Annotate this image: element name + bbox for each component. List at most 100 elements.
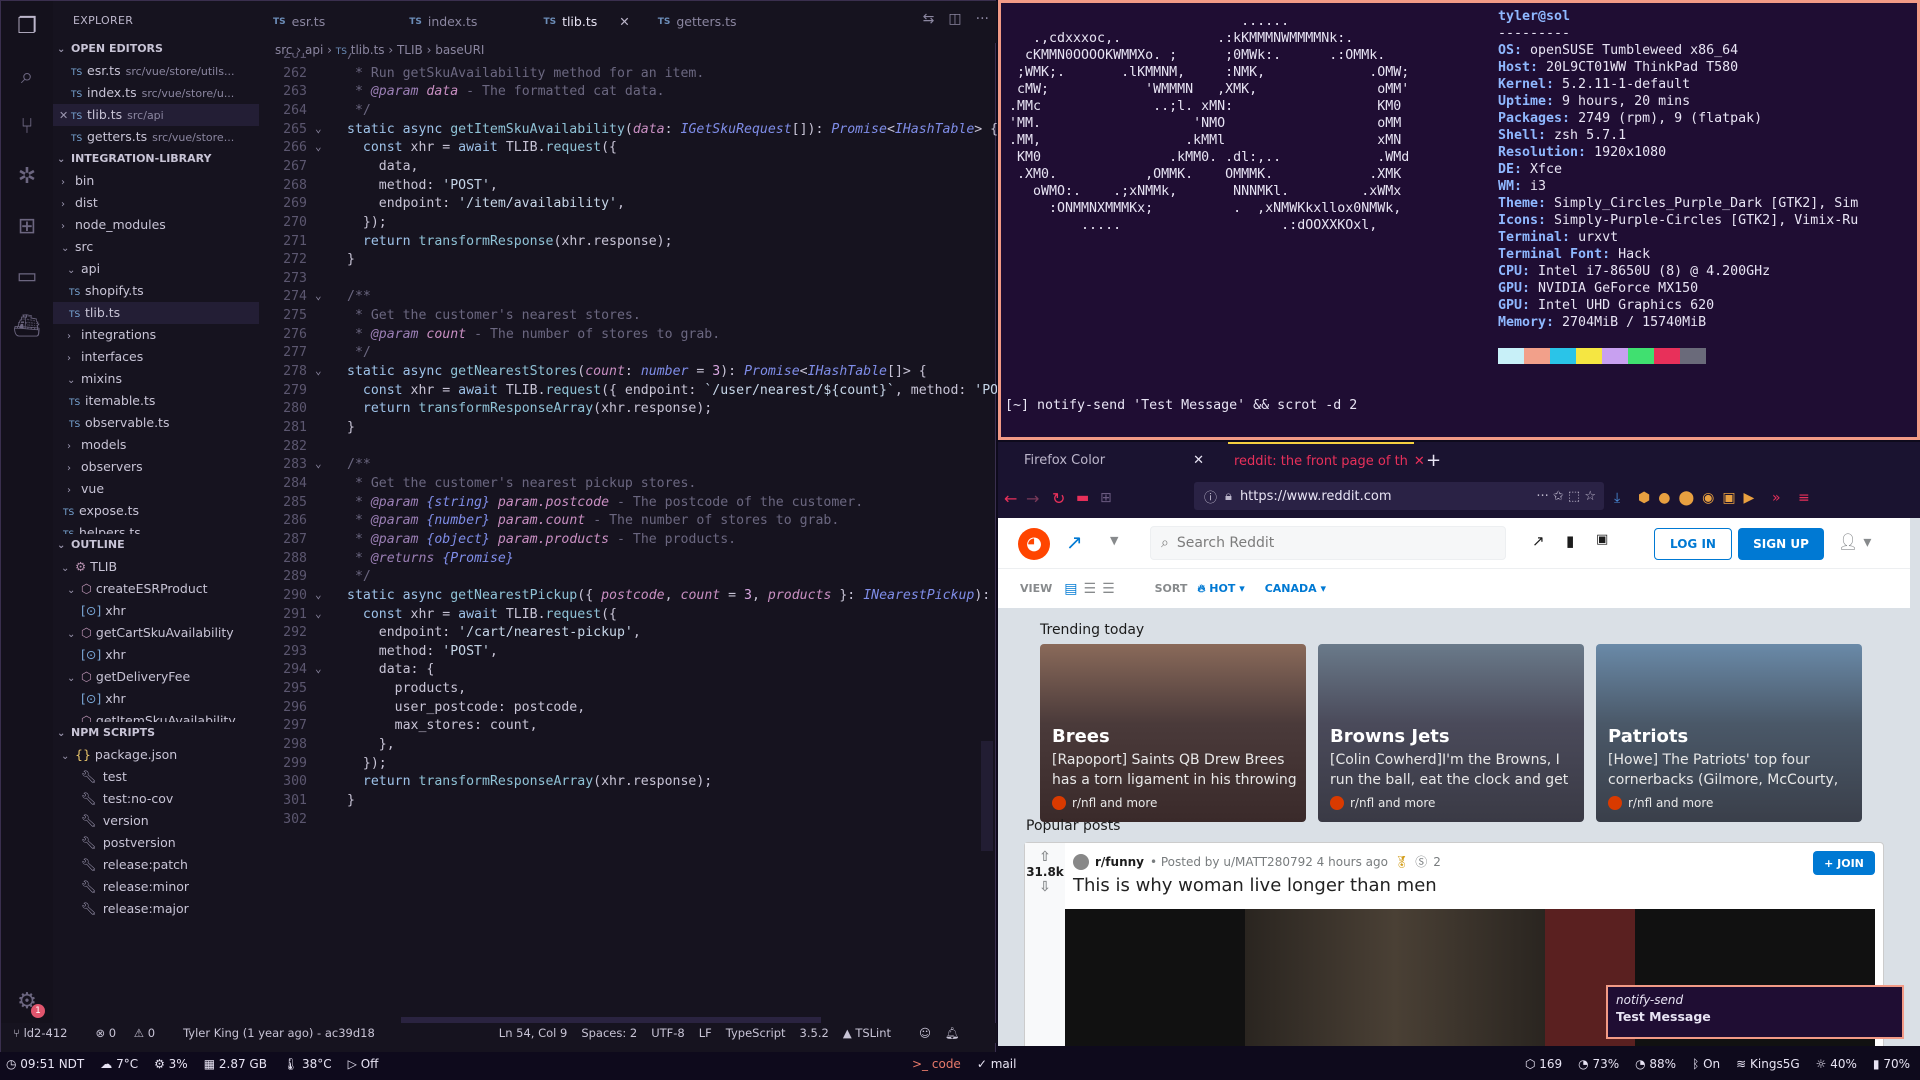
download-icon[interactable]: ⤓: [1614, 490, 1620, 506]
fold-chevron-icon[interactable]: ⌄: [315, 289, 322, 302]
code-line[interactable]: endpoint: '/cart/nearest-pickup',: [347, 625, 641, 640]
code-line[interactable]: * Get the customer's nearest pickup stor…: [347, 476, 696, 491]
code-line[interactable]: return transformResponse(xhr.response);: [347, 234, 673, 249]
npm-script[interactable]: 🔧︎ release:patch: [53, 854, 259, 876]
outline-variable[interactable]: [⊙] xhr: [53, 688, 259, 710]
code-line[interactable]: data: {: [347, 662, 435, 677]
tree-folder-node-modules[interactable]: › node_modules: [53, 214, 259, 236]
code-line[interactable]: static async getItemSkuAvailability(data…: [347, 122, 997, 137]
code-line[interactable]: * Get the customer's nearest stores.: [347, 308, 641, 323]
search-icon[interactable]: ⌕: [1, 51, 53, 101]
code-line[interactable]: * @returns {Promise}: [347, 551, 514, 566]
terminal-window[interactable]: ...... .,cdxxxoc,. .:kKMMMNWMMMMNk:. cKM…: [998, 0, 1920, 440]
code-line[interactable]: products,: [347, 681, 466, 696]
subreddit-link[interactable]: r/funny: [1095, 855, 1144, 869]
upvote-icon[interactable]: ⇧: [1025, 849, 1065, 865]
indent-status[interactable]: Spaces: 2: [581, 1026, 637, 1040]
forward-icon[interactable]: →: [1026, 489, 1039, 508]
popular-icon[interactable]: ↗: [1532, 532, 1545, 550]
notification-popup[interactable]: notify-send Test Message: [1606, 985, 1904, 1039]
source-control-icon[interactable]: ⑂: [1, 101, 53, 151]
remote-icon[interactable]: ▭: [1, 251, 53, 301]
login-button[interactable]: LOG IN: [1654, 528, 1732, 560]
cc-icon[interactable]: ▣: [1596, 532, 1608, 547]
code-line[interactable]: }: [347, 252, 355, 267]
back-icon[interactable]: ←: [1004, 489, 1017, 508]
page-actions-icon[interactable]: ··· ✩ ⬚ ☆: [1536, 489, 1596, 504]
tree-file[interactable]: TS itemable.ts: [53, 390, 259, 412]
tab-getters[interactable]: TS getters.ts: [644, 1, 751, 43]
outline-variable[interactable]: [⊙] xhr: [53, 644, 259, 666]
outline-method[interactable]: ⌄ ⬡ getCartSkuAvailability: [53, 622, 259, 644]
open-editor-item[interactable]: TS esr.ts src/vue/store/utils...: [53, 60, 259, 82]
outline-method[interactable]: ⌄ ⬡ getDeliveryFee: [53, 666, 259, 688]
code-editor[interactable]: 261 /** 262 * Run getSkuAvailability metho…: [259, 53, 997, 1021]
classic-view-icon[interactable]: ☰: [1084, 581, 1097, 597]
npm-script[interactable]: 🔧︎ release:minor: [53, 876, 259, 898]
close-tab-icon[interactable]: ✕: [1414, 454, 1425, 469]
fold-chevron-icon[interactable]: ⌄: [315, 662, 322, 675]
code-line[interactable]: /**: [347, 289, 371, 304]
open-changes-icon[interactable]: ⇆: [923, 11, 935, 27]
code-line[interactable]: },: [347, 737, 395, 752]
outline-method[interactable]: ⌄ ⬡ createESRProduct: [53, 578, 259, 600]
close-tab-icon[interactable]: ✕: [619, 1, 629, 43]
tree-folder-src[interactable]: ⌄ src: [53, 236, 259, 258]
tree-folder[interactable]: › observers: [53, 456, 259, 478]
code-line[interactable]: const xhr = await TLIB.request({: [347, 607, 617, 622]
code-line[interactable]: * @param count - The number of stores to…: [347, 327, 720, 342]
downvote-icon[interactable]: ⇩: [1025, 879, 1065, 895]
branch-status[interactable]: ⑂ ld2-412: [13, 1026, 81, 1040]
code-line[interactable]: max_stores: count,: [347, 718, 538, 733]
card-subreddit[interactable]: r/nfl and more: [1608, 796, 1713, 810]
code-line[interactable]: * @param {number} param.count - The numb…: [347, 513, 839, 528]
code-line[interactable]: const xhr = await TLIB.request({ endpoin…: [347, 383, 997, 398]
tab-tlib[interactable]: TS tlib.ts ✕: [491, 1, 644, 43]
open-editor-item-active[interactable]: ✕ TS tlib.ts src/api: [53, 104, 259, 126]
info-icon[interactable]: ⓘ: [1204, 487, 1217, 506]
tab-esr[interactable]: TS esr.ts: [259, 1, 339, 43]
container-icon[interactable]: ▬: [1076, 490, 1089, 506]
close-tab-icon[interactable]: ✕: [1193, 453, 1204, 468]
feedback-icon[interactable]: ☺: [919, 1026, 931, 1040]
tree-folder-dist[interactable]: › dist: [53, 192, 259, 214]
tree-folder-api[interactable]: ⌄ api: [53, 258, 259, 280]
updates[interactable]: ⬡ 169: [1525, 1057, 1562, 1071]
code-line[interactable]: * Run getSkuAvailability method for an i…: [347, 66, 704, 81]
fold-chevron-icon[interactable]: ⌄: [315, 140, 322, 153]
code-line[interactable]: */: [347, 569, 371, 584]
stats-icon[interactable]: ▮: [1566, 532, 1574, 550]
url-bar[interactable]: ⓘ 🔒︎ https://www.reddit.com ··· ✩ ⬚ ☆: [1194, 482, 1604, 510]
split-editor-icon[interactable]: ◫: [948, 11, 961, 27]
outline-root[interactable]: ⌄ ⚙ TLIB: [53, 556, 259, 578]
url-text[interactable]: https://www.reddit.com: [1240, 489, 1392, 504]
bluetooth-status[interactable]: ᛒ On: [1692, 1057, 1720, 1071]
code-line[interactable]: }: [347, 420, 355, 435]
code-line[interactable]: endpoint: '/item/availability',: [347, 196, 625, 211]
trending-icon[interactable]: ↗: [1066, 530, 1083, 554]
fold-chevron-icon[interactable]: ⌄: [315, 122, 322, 135]
debug-icon[interactable]: ✲: [1, 151, 53, 201]
join-button[interactable]: + JOIN: [1813, 851, 1875, 875]
docker-icon[interactable]: ⛴: [1, 301, 53, 351]
code-line[interactable]: * @param data - The formatted cat data.: [347, 84, 665, 99]
code-line[interactable]: static async getNearestStores(count: num…: [347, 364, 927, 379]
post-title[interactable]: This is why woman live longer than men: [1073, 875, 1437, 896]
menu-icon[interactable]: ≡: [1798, 490, 1810, 506]
tab-index[interactable]: TS index.ts: [339, 1, 491, 43]
fold-chevron-icon[interactable]: ⌄: [315, 607, 322, 620]
trending-card[interactable]: Browns Jets [Colin Cowherd]I'm the Brown…: [1318, 644, 1584, 822]
code-line[interactable]: const xhr = await TLIB.request({: [347, 140, 617, 155]
code-line[interactable]: /**: [347, 457, 371, 472]
code-line[interactable]: * @param {string} param.postcode - The p…: [347, 495, 863, 510]
code-line[interactable]: */: [347, 345, 371, 360]
region-dropdown[interactable]: CANADA ▾: [1265, 582, 1326, 595]
npm-package-file[interactable]: ⌄{} package.json: [53, 744, 259, 766]
terminal-prompt[interactable]: [~] notify-send 'Test Message' && scrot …: [1005, 398, 1357, 413]
outline-header[interactable]: ⌄ OUTLINE: [53, 534, 259, 556]
bell-icon[interactable]: 🔔︎: [945, 1026, 960, 1040]
open-editor-item[interactable]: TS index.ts src/vue/store/u...: [53, 82, 259, 104]
npm-script[interactable]: 🔧︎ version: [53, 810, 259, 832]
npm-script[interactable]: 🔧︎ test: [53, 766, 259, 788]
new-tab-icon[interactable]: +: [1426, 442, 1441, 478]
